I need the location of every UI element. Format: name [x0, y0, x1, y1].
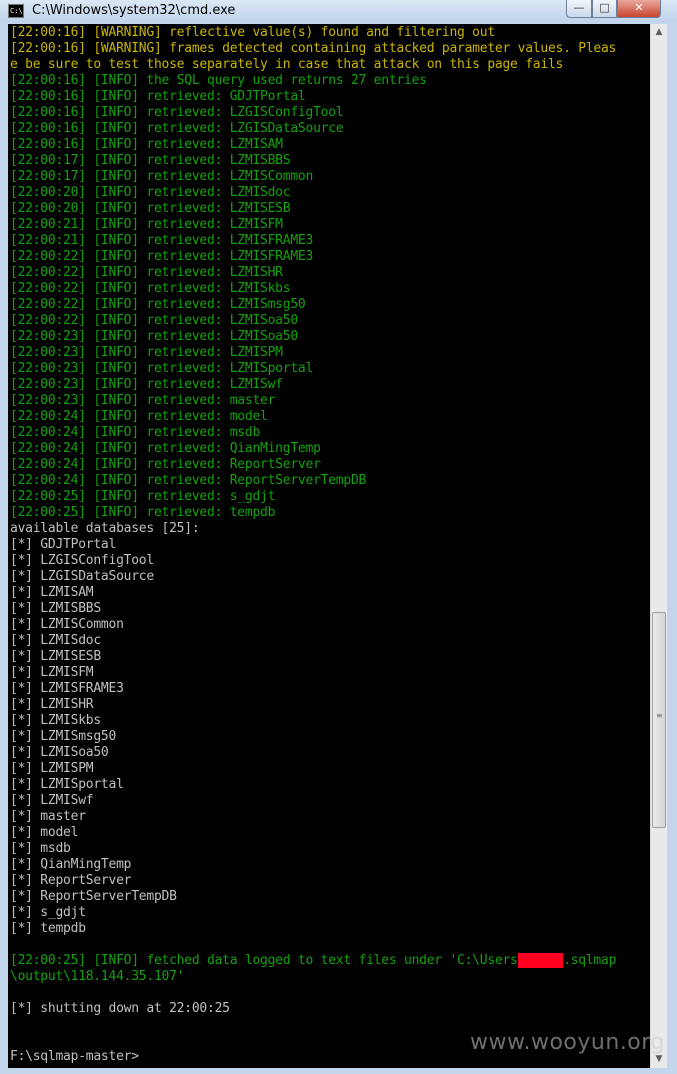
console-line: [*] LZMISportal	[10, 777, 124, 792]
console-line: [22:00:16] [WARNING] reflective value(s)…	[10, 25, 495, 40]
console-line: [*] LZMISoa50	[10, 745, 109, 760]
console-line: [*] ReportServerTempDB	[10, 889, 177, 904]
scrollbar-thumb[interactable]: ≡	[652, 612, 666, 828]
console-output[interactable]: [22:00:16] [WARNING] reflective value(s)…	[8, 24, 650, 1068]
console-line: e be sure to test those separately in ca…	[10, 57, 564, 72]
console-line: [22:00:25] [INFO] retrieved: tempdb	[10, 505, 276, 520]
console-line: [*] msdb	[10, 841, 71, 856]
console-line: [*] LZMISFM	[10, 665, 94, 680]
console-line: [22:00:16] [INFO] the SQL query used ret…	[10, 73, 427, 88]
console-line: [*] LZMISPM	[10, 761, 94, 776]
console-line: [*] LZGISConfigTool	[10, 553, 154, 568]
watermark: www.wooyun.org	[470, 1030, 665, 1055]
console-line: [22:00:24] [INFO] retrieved: ReportServe…	[10, 473, 367, 488]
console-line: [22:00:21] [INFO] retrieved: LZMISFRAME3	[10, 233, 314, 248]
title-bar[interactable]: C:\ C:\Windows\system32\cmd.exe — □ ✕	[0, 0, 677, 22]
console-line: [22:00:24] [INFO] retrieved: QianMingTem…	[10, 441, 321, 456]
console-line: [*] LZMISmsg50	[10, 729, 117, 744]
console-line: [*] shutting down at 22:00:25	[10, 1001, 230, 1016]
console-line: [*] s_gdjt	[10, 905, 86, 920]
console-line: [*] LZMISkbs	[10, 713, 101, 728]
console-line: [22:00:17] [INFO] retrieved: LZMISBBS	[10, 153, 291, 168]
console-line: [22:00:17] [INFO] retrieved: LZMISCommon	[10, 169, 314, 184]
console-line: [*] LZMISdoc	[10, 633, 101, 648]
close-button[interactable]: ✕	[617, 0, 661, 18]
console-line: \output\118.144.35.107'	[10, 969, 185, 984]
console-line: F:\sqlmap-master>	[10, 1049, 139, 1064]
vertical-scrollbar[interactable]: ▲ ≡ ▼	[650, 24, 667, 1068]
redacted-username: XXXXXX	[517, 953, 564, 968]
console-line: [22:00:23] [INFO] retrieved: LZMISportal	[10, 361, 314, 376]
console-line: [*] LZMISBBS	[10, 601, 101, 616]
console-line: [22:00:24] [INFO] retrieved: msdb	[10, 425, 261, 440]
console-line: [*] tempdb	[10, 921, 86, 936]
console-line: [*] LZMISHR	[10, 697, 94, 712]
console-line: [22:00:25] [INFO] retrieved: s_gdjt	[10, 489, 276, 504]
console-line: available databases [25]:	[10, 521, 200, 536]
console-line: [22:00:16] [WARNING] frames detected con…	[10, 41, 617, 56]
console-line: [22:00:21] [INFO] retrieved: LZMISFM	[10, 217, 283, 232]
window-title: C:\Windows\system32\cmd.exe	[32, 3, 236, 18]
console-line: [*] master	[10, 809, 86, 824]
console-line: [22:00:16] [INFO] retrieved: LZMISAM	[10, 137, 283, 152]
console-line: [22:00:22] [INFO] retrieved: LZMISoa50	[10, 313, 298, 328]
console-line: [*] QianMingTemp	[10, 857, 132, 872]
console-line: [22:00:22] [INFO] retrieved: LZMISFRAME3	[10, 249, 314, 264]
cmd-window: C:\ C:\Windows\system32\cmd.exe — □ ✕ [2…	[0, 0, 677, 1074]
console-line: [22:00:23] [INFO] retrieved: LZMISwf	[10, 377, 283, 392]
console-line: [22:00:22] [INFO] retrieved: LZMISHR	[10, 265, 283, 280]
minimize-button[interactable]: —	[566, 0, 592, 18]
console-line: [*] LZMISAM	[10, 585, 94, 600]
scroll-up-arrow-icon[interactable]: ▲	[651, 24, 667, 41]
console-line: [22:00:23] [INFO] retrieved: master	[10, 393, 276, 408]
console-line: [22:00:24] [INFO] retrieved: ReportServe…	[10, 457, 321, 472]
console-line: [22:00:16] [INFO] retrieved: LZGISDataSo…	[10, 121, 344, 136]
console-line: [22:00:20] [INFO] retrieved: LZMISESB	[10, 201, 291, 216]
console-line: [22:00:23] [INFO] retrieved: LZMISPM	[10, 345, 283, 360]
console-line: [*] GDJTPortal	[10, 537, 117, 552]
console-line: [22:00:22] [INFO] retrieved: LZMISmsg50	[10, 297, 306, 312]
console-line: [*] model	[10, 825, 79, 840]
console-line: [22:00:22] [INFO] retrieved: LZMISkbs	[10, 281, 291, 296]
console-line: [*] LZMISFRAME3	[10, 681, 124, 696]
console-line: [22:00:16] [INFO] retrieved: GDJTPortal	[10, 89, 306, 104]
maximize-button[interactable]: □	[592, 0, 617, 18]
console-line: [22:00:24] [INFO] retrieved: model	[10, 409, 268, 424]
console-line: [22:00:25] [INFO] fetched data logged to…	[10, 953, 617, 968]
grip-icon: ≡	[656, 711, 663, 720]
console-line: [*] LZMISwf	[10, 793, 94, 808]
console-line: [22:00:16] [INFO] retrieved: LZGISConfig…	[10, 105, 344, 120]
console-line: [22:00:23] [INFO] retrieved: LZMISoa50	[10, 329, 298, 344]
console-line: [*] LZMISCommon	[10, 617, 124, 632]
console-line: [*] LZMISESB	[10, 649, 101, 664]
console-line: [22:00:20] [INFO] retrieved: LZMISdoc	[10, 185, 291, 200]
console-line: [*] LZGISDataSource	[10, 569, 154, 584]
console-line: [*] ReportServer	[10, 873, 132, 888]
cmd-icon[interactable]: C:\	[8, 4, 24, 18]
